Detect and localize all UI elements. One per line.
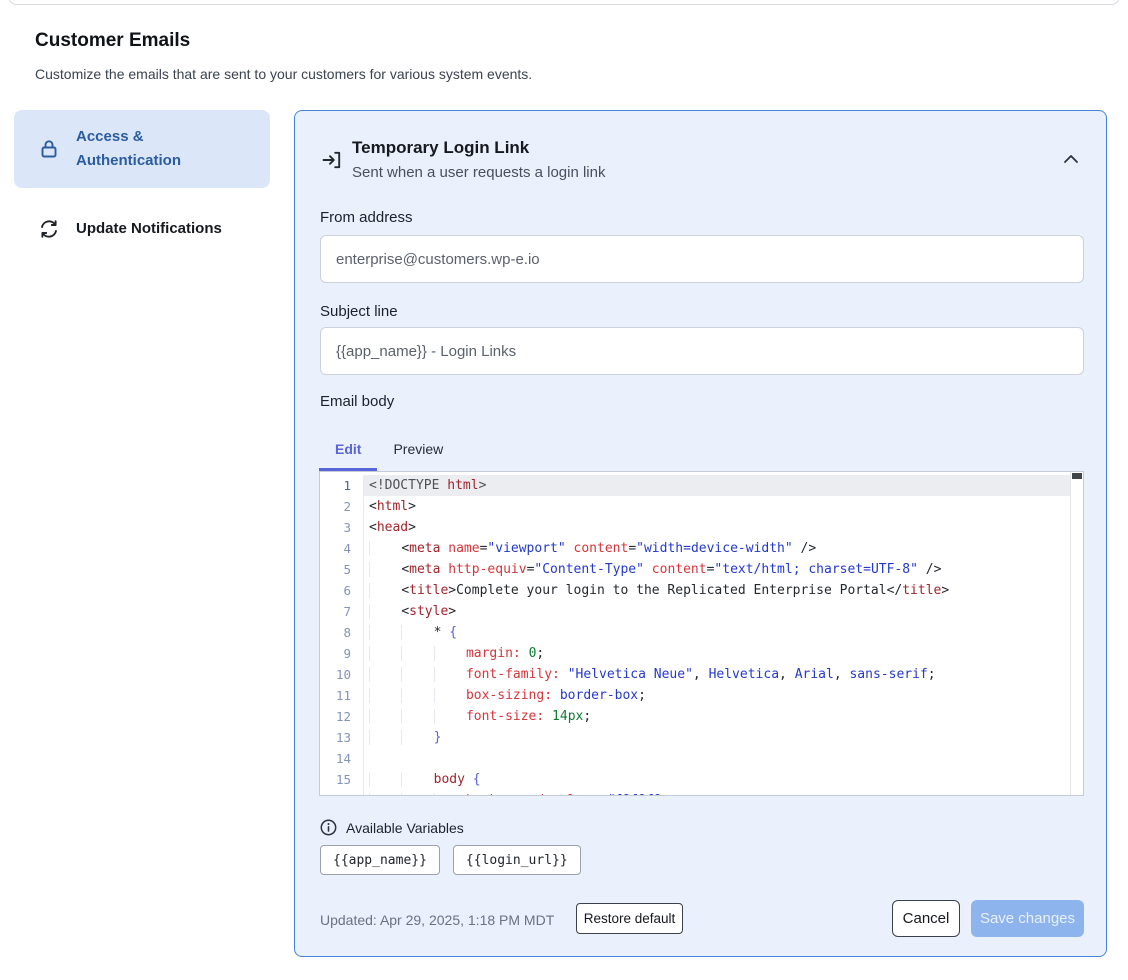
temporary-login-link-panel: Temporary Login Link Sent when a user re…: [294, 110, 1107, 957]
email-body-label: Email body: [320, 393, 394, 410]
line-number: 10: [320, 664, 364, 685]
email-body-code-editor[interactable]: 1<!DOCTYPE html>2<html>3<head>4 <meta na…: [319, 471, 1084, 796]
code-line[interactable]: 15 body {: [320, 769, 1083, 790]
previous-card-edge: [8, 0, 1120, 5]
email-body-tabs: Edit Preview: [319, 426, 459, 471]
line-number: 6: [320, 580, 364, 601]
code-line[interactable]: 5 <meta http-equiv="Content-Type" conten…: [320, 559, 1083, 580]
subject-line-label: Subject line: [320, 303, 398, 320]
line-number: 13: [320, 727, 364, 748]
line-number: 8: [320, 622, 364, 643]
code-line[interactable]: 4 <meta name="viewport" content="width=d…: [320, 538, 1083, 559]
line-number: 4: [320, 538, 364, 559]
cancel-button[interactable]: Cancel: [892, 900, 960, 937]
available-variables-label: Available Variables: [346, 820, 464, 836]
code-line[interactable]: 12 font-size: 14px;: [320, 706, 1083, 727]
from-address-label: From address: [320, 209, 413, 226]
login-arrow-icon: [321, 149, 343, 171]
code-line[interactable]: 16 background-color: #f9f9f9;: [320, 790, 1083, 796]
sidebar-item-label: Access & Authentication: [76, 125, 226, 173]
tab-edit[interactable]: Edit: [319, 426, 377, 471]
code-line[interactable]: 9 margin: 0;: [320, 643, 1083, 664]
code-line[interactable]: 8 * {: [320, 622, 1083, 643]
lock-icon: [38, 138, 60, 160]
page-subtitle: Customize the emails that are sent to yo…: [35, 66, 532, 82]
customer-emails-page: Customer Emails Customize the emails tha…: [0, 0, 1128, 980]
sidebar-item-label: Update Notifications: [76, 217, 222, 241]
variable-chips: {{app_name}} {{login_url}}: [320, 845, 581, 875]
line-number: 1: [320, 475, 364, 496]
line-number: 9: [320, 643, 364, 664]
code-editor-lines: 1<!DOCTYPE html>2<html>3<head>4 <meta na…: [320, 475, 1083, 796]
info-icon: [320, 819, 337, 836]
panel-subtitle: Sent when a user requests a login link: [352, 164, 605, 181]
line-number: 7: [320, 601, 364, 622]
code-line[interactable]: 11 box-sizing: border-box;: [320, 685, 1083, 706]
page-title: Customer Emails: [35, 30, 190, 52]
code-line[interactable]: 7 <style>: [320, 601, 1083, 622]
code-line[interactable]: 13 }: [320, 727, 1083, 748]
chevron-up-icon: [1062, 153, 1080, 168]
sidebar-item-access-authentication[interactable]: Access & Authentication: [14, 110, 270, 188]
line-number: 16: [320, 790, 364, 796]
from-address-input[interactable]: [320, 235, 1084, 283]
line-number: 5: [320, 559, 364, 580]
variable-chip-app-name[interactable]: {{app_name}}: [320, 845, 440, 875]
line-number: 11: [320, 685, 364, 706]
code-line[interactable]: 2<html>: [320, 496, 1083, 517]
save-changes-button[interactable]: Save changes: [971, 900, 1084, 937]
code-line[interactable]: 3<head>: [320, 517, 1083, 538]
collapse-panel-button[interactable]: [1060, 151, 1082, 169]
tab-preview[interactable]: Preview: [377, 426, 459, 471]
sidebar-item-update-notifications[interactable]: Update Notifications: [14, 203, 270, 255]
updated-timestamp: Updated: Apr 29, 2025, 1:18 PM MDT: [320, 912, 554, 928]
code-line[interactable]: 10 font-family: "Helvetica Neue", Helvet…: [320, 664, 1083, 685]
line-number: 12: [320, 706, 364, 727]
code-line[interactable]: 1<!DOCTYPE html>: [320, 475, 1083, 496]
code-line[interactable]: 6 <title>Complete your login to the Repl…: [320, 580, 1083, 601]
available-variables-header: Available Variables: [320, 819, 464, 836]
line-number: 2: [320, 496, 364, 517]
line-number: 15: [320, 769, 364, 790]
code-line[interactable]: 14: [320, 748, 1083, 769]
variable-chip-login-url[interactable]: {{login_url}}: [453, 845, 581, 875]
line-number: 14: [320, 748, 364, 769]
editor-vertical-scrollbar[interactable]: [1070, 472, 1083, 795]
restore-default-button[interactable]: Restore default: [576, 903, 683, 934]
refresh-icon: [38, 218, 60, 240]
panel-title: Temporary Login Link: [352, 138, 529, 158]
editor-scrollbar-thumb[interactable]: [1072, 473, 1082, 479]
line-number: 3: [320, 517, 364, 538]
email-types-sidebar: Access & Authentication Update Notificat…: [14, 110, 270, 255]
subject-line-input[interactable]: [320, 327, 1084, 375]
